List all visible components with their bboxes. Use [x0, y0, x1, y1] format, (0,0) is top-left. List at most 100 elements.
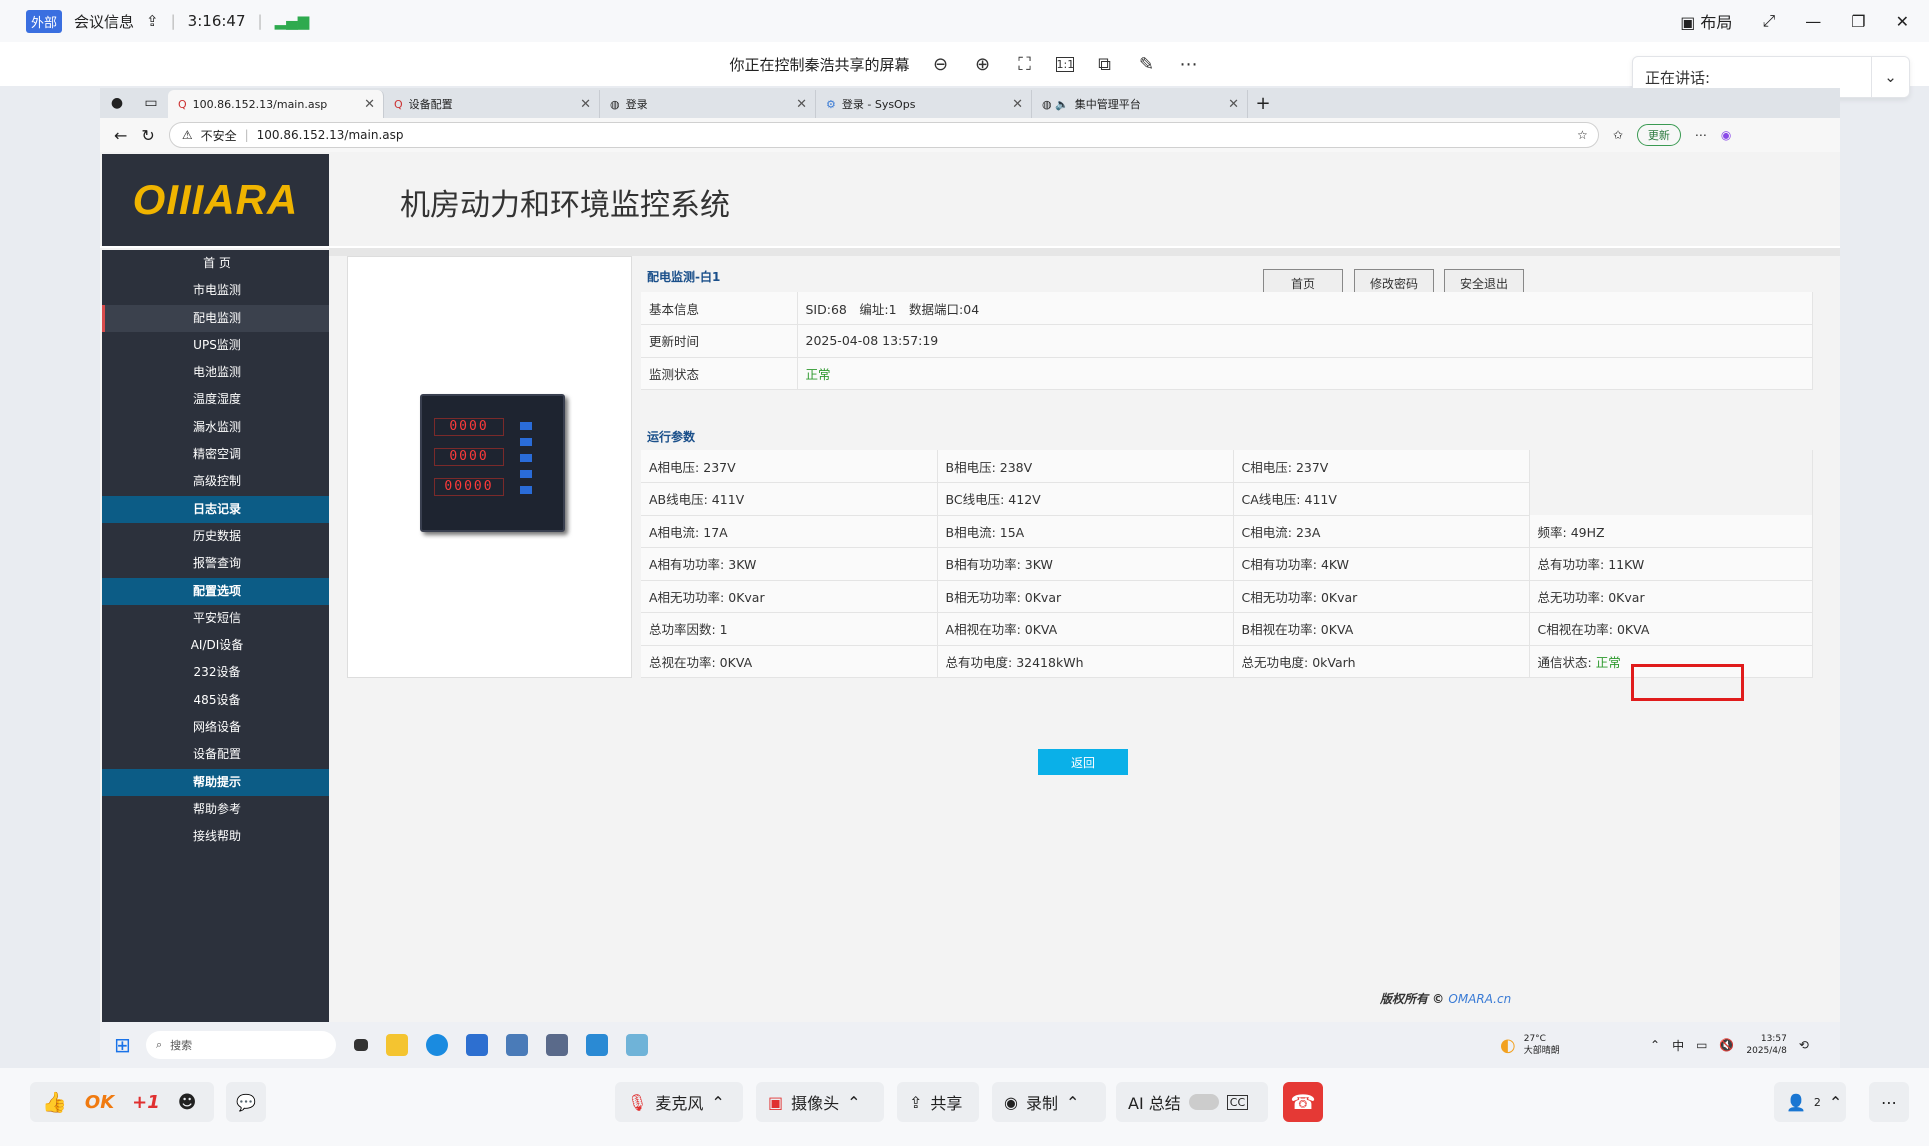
chat-button[interactable]: 💬 — [226, 1082, 266, 1122]
chevron-up-icon[interactable]: ⌃ — [711, 1093, 724, 1112]
file-explorer-icon[interactable] — [386, 1034, 408, 1056]
app-icon[interactable] — [506, 1034, 528, 1056]
popout-icon[interactable]: ⧉ — [1094, 54, 1116, 75]
plus-one-reaction[interactable]: +1 — [132, 1092, 160, 1113]
close-icon[interactable]: ✕ — [364, 97, 375, 112]
ai-summary-control[interactable]: AI 总结 CC — [1116, 1082, 1268, 1122]
favorite-star-icon[interactable]: ☆ — [1577, 128, 1588, 142]
favorites-icon[interactable]: ✩ — [1613, 128, 1623, 142]
zoom-in-icon[interactable]: ⊕ — [972, 54, 994, 75]
layout-button[interactable]: ▣ 布局 — [1680, 9, 1732, 33]
more-icon[interactable]: ⋯ — [1178, 54, 1200, 75]
chevron-up-icon[interactable]: ⌃ — [1650, 1038, 1660, 1052]
sidebar-item[interactable]: 232设备 — [102, 659, 329, 686]
sidebar-item[interactable]: 精密空调 — [102, 441, 329, 468]
close-icon[interactable]: ✕ — [1012, 97, 1023, 112]
back-icon[interactable]: ← — [114, 126, 127, 145]
store-icon[interactable] — [466, 1034, 488, 1056]
participant-count: 2 — [1813, 1095, 1821, 1109]
copilot-icon[interactable]: ◉ — [1721, 128, 1731, 142]
sidebar-item[interactable]: 网络设备 — [102, 714, 329, 741]
more-button[interactable]: ⋯ — [1869, 1082, 1909, 1122]
end-call-button[interactable]: ☎ — [1283, 1082, 1323, 1122]
close-icon[interactable]: ✕ — [796, 97, 807, 112]
param-cell: 总有功电度: 32418kWh — [937, 645, 1234, 678]
windows-start-icon[interactable]: ⊞ — [114, 1033, 131, 1057]
thumbs-up-icon[interactable]: 👍 — [42, 1090, 67, 1114]
sidebar-item[interactable]: 温度湿度 — [102, 386, 329, 413]
sidebar-item[interactable]: 漏水监测 — [102, 414, 329, 441]
restore-icon[interactable]: ❐ — [1851, 12, 1865, 31]
tab-sysops[interactable]: ⚙ 登录 - SysOps ✕ — [816, 90, 1032, 118]
tab-device-config[interactable]: Q 设备配置 ✕ — [384, 90, 600, 118]
sidebar-item[interactable]: AI/DI设备 — [102, 632, 329, 659]
refresh-icon[interactable]: ↻ — [141, 126, 154, 145]
fit-screen-icon[interactable]: ⛶ — [1014, 54, 1036, 75]
notepad-icon[interactable] — [626, 1034, 648, 1056]
mic-button[interactable]: 🎙 麦克风 ⌃ — [615, 1082, 743, 1122]
task-view-icon[interactable] — [354, 1039, 368, 1051]
sidebar-item[interactable]: 设备配置 — [102, 741, 329, 768]
sidebar-item[interactable]: 电池监测 — [102, 359, 329, 386]
vscode-icon[interactable] — [586, 1034, 608, 1056]
fullscreen-icon[interactable]: ⤢ — [1762, 11, 1775, 31]
camera-button[interactable]: ▣ 摄像头 ⌃ — [756, 1082, 884, 1122]
ok-reaction[interactable]: OK — [85, 1092, 114, 1113]
weather-widget[interactable]: ◐ 27°C 大部晴朗 — [1500, 1033, 1560, 1057]
zoom-out-icon[interactable]: ⊖ — [930, 54, 952, 75]
tab-actions-icon[interactable]: ▭ — [134, 95, 168, 111]
new-tab-icon[interactable]: + — [1248, 93, 1278, 114]
ai-toggle[interactable] — [1188, 1094, 1219, 1110]
sidebar-item[interactable]: 帮助参考 — [102, 796, 329, 823]
network-icon[interactable]: ▭ — [1696, 1038, 1707, 1052]
actual-size-icon[interactable]: 1:1 — [1055, 56, 1074, 72]
meeting-info-link[interactable]: 会议信息 — [74, 11, 134, 32]
tab-management[interactable]: ◍ 🔈 集中管理平台 ✕ — [1032, 90, 1248, 118]
edge-icon[interactable] — [426, 1034, 448, 1056]
share-button[interactable]: ⇪ 共享 — [897, 1082, 979, 1122]
sidebar-section-header: 帮助提示 — [102, 768, 329, 796]
share-link-icon[interactable]: ⇪ — [146, 12, 159, 30]
copyright-link[interactable]: OMARA.cn — [1448, 992, 1511, 1006]
minimize-icon[interactable]: — — [1805, 12, 1821, 31]
meter-digits: 0000 — [434, 418, 504, 436]
tab-main[interactable]: Q 100.86.152.13/main.asp ✕ — [168, 90, 384, 118]
clock[interactable]: 13:57 2025/4/8 — [1746, 1033, 1786, 1057]
chevron-down-icon[interactable]: ⌄ — [1871, 57, 1909, 97]
tab-login[interactable]: ◍ 登录 ✕ — [600, 90, 816, 118]
sidebar-item[interactable]: 平安短信 — [102, 605, 329, 632]
address-input[interactable]: ⚠ 不安全 | 100.86.152.13/main.asp ☆ — [168, 122, 1599, 148]
notification-icon[interactable]: ⟲ — [1799, 1038, 1809, 1052]
close-icon[interactable]: ✕ — [1896, 12, 1909, 31]
captions-icon[interactable]: CC — [1226, 1094, 1249, 1110]
sidebar-item[interactable]: 历史数据 — [102, 523, 329, 550]
network-app-icon[interactable] — [546, 1034, 568, 1056]
update-button[interactable]: 更新 — [1636, 124, 1681, 146]
close-icon[interactable]: ✕ — [580, 97, 591, 112]
annotate-icon[interactable]: ✎ — [1136, 54, 1158, 75]
sidebar-item[interactable]: 报警查询 — [102, 550, 329, 577]
sidebar-item[interactable]: 配电监测 — [102, 304, 329, 332]
chevron-up-icon[interactable]: ⌃ — [847, 1093, 860, 1112]
warning-icon: ⚠ — [181, 128, 193, 142]
chevron-up-icon[interactable]: ⌃ — [1066, 1093, 1079, 1112]
record-button[interactable]: ◉ 录制 ⌃ — [992, 1082, 1106, 1122]
participants-button[interactable]: 👤 2 ⌃ — [1774, 1082, 1846, 1122]
profile-icon[interactable]: ● — [100, 95, 134, 111]
emoji-icon[interactable]: ☻ — [178, 1092, 197, 1113]
sidebar-item[interactable]: 485设备 — [102, 687, 329, 714]
sidebar-item[interactable]: 市电监测 — [102, 277, 329, 304]
sidebar-item[interactable]: 接线帮助 — [102, 823, 329, 850]
sidebar-item[interactable]: 高级控制 — [102, 468, 329, 495]
taskbar-search[interactable]: ⌕ 搜索 — [146, 1031, 336, 1059]
close-icon[interactable]: ✕ — [1228, 97, 1239, 112]
chevron-up-icon[interactable]: ⌃ — [1829, 1093, 1842, 1112]
sidebar-item[interactable]: UPS监测 — [102, 332, 329, 359]
return-button[interactable]: 返回 — [1038, 749, 1128, 775]
weather-icon: ◐ — [1500, 1034, 1516, 1056]
menu-icon[interactable]: ⋯ — [1695, 128, 1707, 142]
remote-screen[interactable]: ● ▭ Q 100.86.152.13/main.asp ✕ Q 设备配置 ✕ ◍ 登录 ✕… — [100, 88, 1840, 1068]
ime-indicator[interactable]: 中 — [1672, 1037, 1684, 1054]
volume-icon[interactable]: 🔇 — [1719, 1038, 1734, 1052]
sidebar-item[interactable]: 首 页 — [102, 250, 329, 277]
